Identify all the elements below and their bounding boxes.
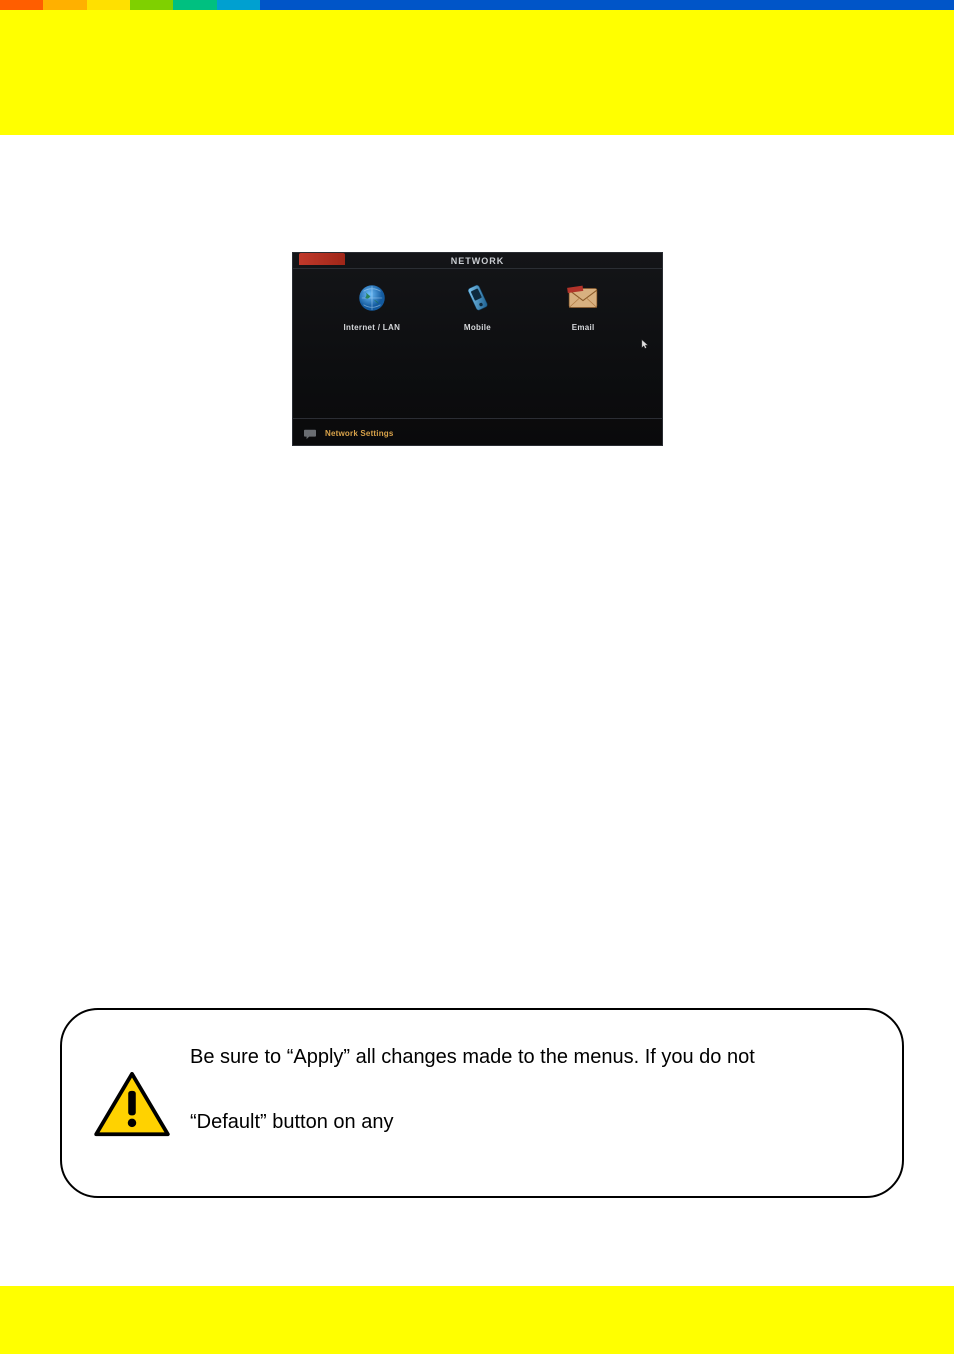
menu-item-email[interactable]: Email [538,281,628,332]
cursor-icon [641,337,649,348]
warning-callout: Be sure to “Apply” all changes made to t… [60,1008,904,1198]
mail-icon [561,281,605,315]
header-deco [0,0,260,10]
globe-icon [350,281,394,315]
menu-item-internet-lan[interactable]: Internet / LAN [327,281,417,332]
footer-text: Network Settings [325,429,394,438]
network-menu-screenshot: NETWORK Internet / LAN [292,252,663,446]
divider [293,268,662,269]
screen-title: NETWORK [293,256,662,266]
screen-footer: Network Settings [303,427,394,439]
chat-icon [303,427,317,439]
menu-item-label: Mobile [464,323,491,332]
menu-item-mobile[interactable]: Mobile [432,281,522,332]
callout-text-line1: Be sure to “Apply” all changes made to t… [190,1044,874,1071]
footer-band [0,1286,954,1354]
warning-icon [94,1072,170,1138]
callout-text-line2: “Default” button on any [190,1109,874,1136]
header-band [0,0,954,135]
menu-item-label: Email [572,323,595,332]
phone-icon [455,281,499,315]
menu-item-label: Internet / LAN [344,323,401,332]
menu-icon-row: Internet / LAN Mobile [293,281,662,351]
divider [293,418,662,419]
